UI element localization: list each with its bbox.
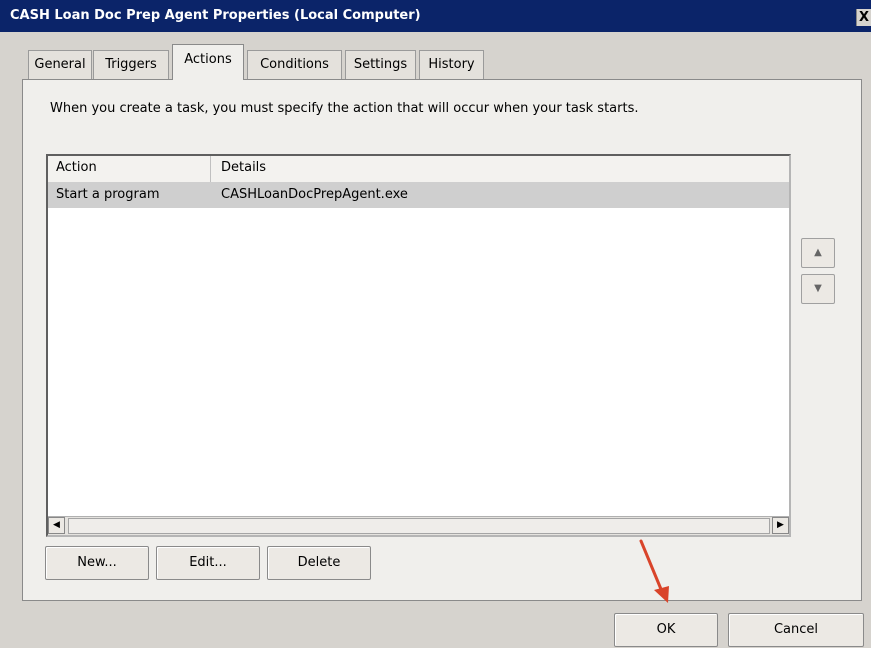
list-header: Action Details bbox=[48, 156, 789, 183]
tab-history[interactable]: History bbox=[419, 50, 484, 79]
move-up-button[interactable]: ▲ bbox=[801, 238, 835, 268]
column-header-details[interactable]: Details bbox=[221, 160, 266, 175]
scroll-left-icon[interactable]: ◀ bbox=[48, 517, 65, 534]
delete-action-button[interactable]: Delete bbox=[267, 546, 371, 580]
row-details-cell: CASHLoanDocPrepAgent.exe bbox=[221, 187, 408, 202]
close-button[interactable]: X bbox=[856, 9, 871, 26]
window-title: CASH Loan Doc Prep Agent Properties (Loc… bbox=[10, 8, 421, 23]
new-action-button[interactable]: New... bbox=[45, 546, 149, 580]
actions-list[interactable]: Action Details Start a program CASHLoanD… bbox=[46, 154, 791, 537]
tab-settings[interactable]: Settings bbox=[345, 50, 416, 79]
instructions-text: When you create a task, you must specify… bbox=[50, 101, 639, 116]
scroll-right-icon[interactable]: ▶ bbox=[772, 517, 789, 534]
cancel-button[interactable]: Cancel bbox=[728, 613, 864, 647]
title-bar: CASH Loan Doc Prep Agent Properties (Loc… bbox=[0, 0, 871, 32]
ok-button[interactable]: OK bbox=[614, 613, 718, 647]
column-divider[interactable] bbox=[210, 156, 211, 182]
tab-actions[interactable]: Actions bbox=[172, 44, 244, 80]
move-down-button[interactable]: ▼ bbox=[801, 274, 835, 304]
move-up-icon: ▲ bbox=[814, 247, 822, 258]
move-down-icon: ▼ bbox=[814, 283, 822, 294]
tab-general[interactable]: General bbox=[28, 50, 92, 79]
edit-action-button[interactable]: Edit... bbox=[156, 546, 260, 580]
table-row[interactable]: Start a program CASHLoanDocPrepAgent.exe bbox=[48, 182, 789, 208]
row-action-cell: Start a program bbox=[56, 187, 160, 202]
scrollbar-thumb[interactable] bbox=[68, 518, 770, 534]
tab-triggers[interactable]: Triggers bbox=[93, 50, 169, 79]
column-header-action[interactable]: Action bbox=[56, 160, 97, 175]
tab-conditions[interactable]: Conditions bbox=[247, 50, 342, 79]
horizontal-scrollbar[interactable]: ◀ ▶ bbox=[48, 516, 789, 535]
